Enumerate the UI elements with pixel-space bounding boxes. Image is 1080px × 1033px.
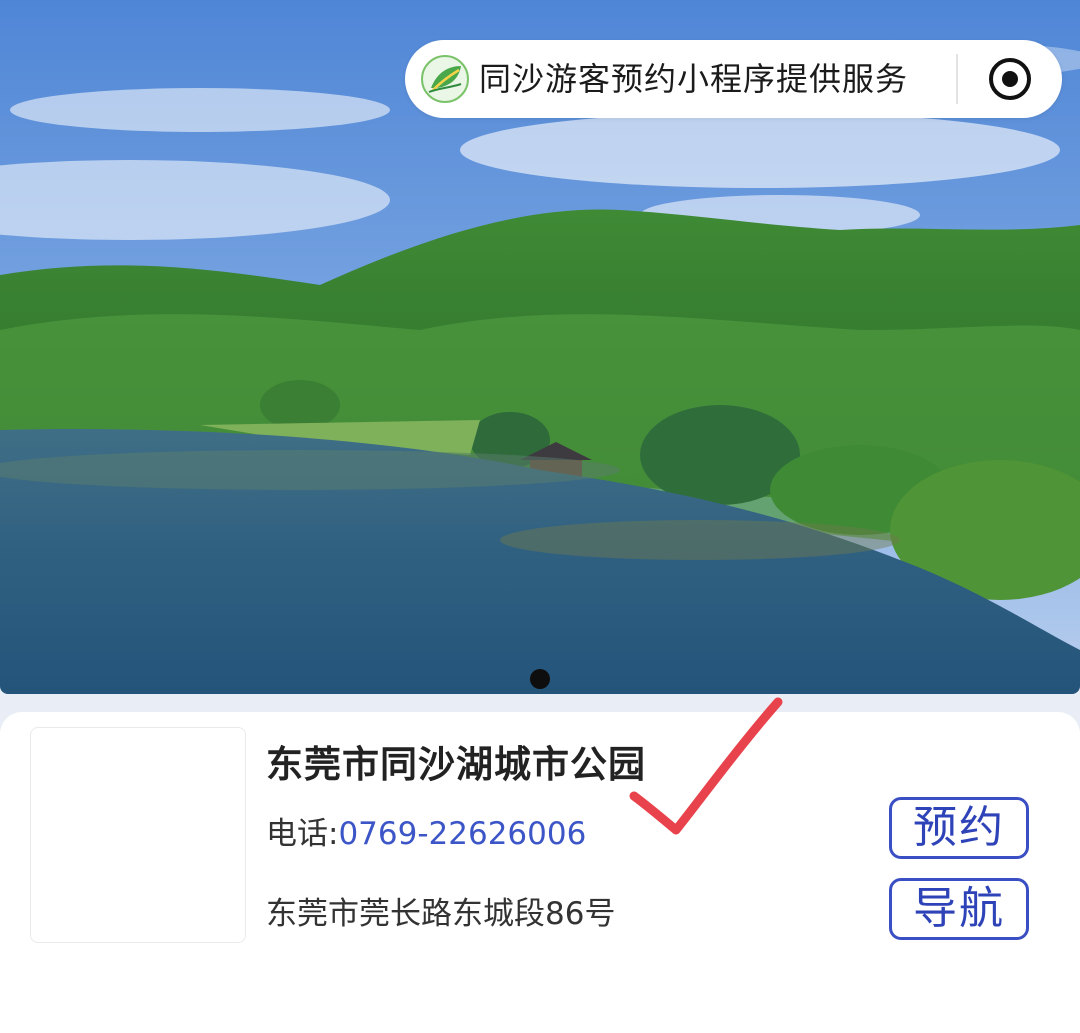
service-provider-capsule[interactable]: 同沙游客预约小程序提供服务 xyxy=(405,40,1062,118)
leaf-logo-icon xyxy=(421,55,469,103)
record-icon[interactable] xyxy=(989,58,1031,100)
navigate-button[interactable]: 导航 xyxy=(889,878,1029,940)
book-button[interactable]: 预约 xyxy=(889,797,1029,859)
phone-label: 电话: xyxy=(266,816,339,852)
phone-number-link[interactable]: 0769-22626006 xyxy=(338,816,586,852)
park-address: 东莞市莞长路东城段86号 xyxy=(266,896,616,932)
phone-row: 电话:0769-22626006 xyxy=(266,808,586,853)
carousel-indicator-dot[interactable] xyxy=(530,669,550,689)
capsule-title: 同沙游客预约小程序提供服务 xyxy=(479,60,909,98)
park-thumbnail[interactable] xyxy=(30,727,246,943)
park-name: 东莞市同沙湖城市公园 xyxy=(266,743,646,786)
capsule-divider xyxy=(956,54,958,104)
park-info-card: 东莞市同沙湖城市公园 电话:0769-22626006 东莞市莞长路东城段86号… xyxy=(0,712,1080,1033)
